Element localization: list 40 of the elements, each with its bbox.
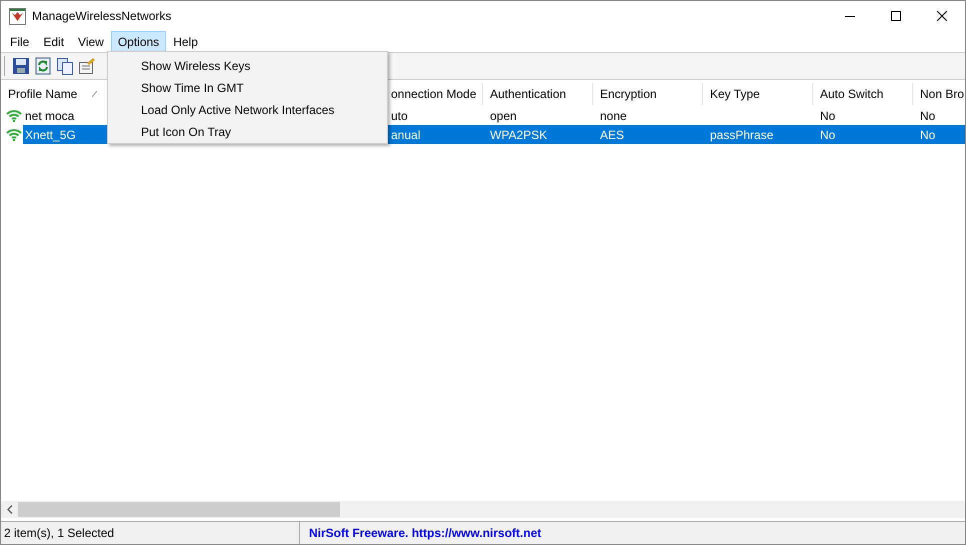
- copy-icon[interactable]: [56, 57, 74, 75]
- column-header[interactable]: Key Type: [703, 83, 813, 105]
- table-cell-text: none: [600, 108, 627, 124]
- menu-item[interactable]: Help: [166, 31, 205, 52]
- dropdown-item[interactable]: Show Time In GMT: [108, 77, 387, 99]
- save-icon[interactable]: [12, 57, 30, 75]
- window-title: ManageWirelessNetworks: [32, 8, 172, 25]
- column-header[interactable]: Encryption: [593, 83, 703, 105]
- column-header[interactable]: onnection Mode: [389, 83, 483, 105]
- column-header[interactable]: Authentication: [483, 83, 593, 105]
- table-cell-text: net moca: [25, 108, 74, 124]
- close-icon: [937, 11, 947, 21]
- status-text: 2 item(s), 1 Selected: [1, 522, 300, 544]
- table-cell-text: No: [820, 126, 836, 144]
- maximize-icon: [891, 11, 901, 21]
- table-cell-text: Xnett_5G: [25, 126, 76, 144]
- table-cell-text: open: [490, 108, 517, 124]
- dropdown-item[interactable]: Load Only Active Network Interfaces: [108, 99, 387, 121]
- table-cell-text: AES: [600, 126, 624, 144]
- column-header[interactable]: Non Bro: [913, 83, 965, 105]
- menu-item[interactable]: Edit: [36, 31, 72, 52]
- table-cell-text: No: [820, 108, 836, 124]
- column-header[interactable]: Auto Switch: [813, 83, 913, 105]
- menu-item[interactable]: Options: [110, 31, 166, 52]
- dropdown-item[interactable]: Put Icon On Tray: [108, 121, 387, 143]
- menu-item[interactable]: View: [71, 31, 111, 52]
- website-link[interactable]: NirSoft Freeware. https://www.nirsoft.net: [309, 524, 542, 542]
- refresh-icon[interactable]: [34, 57, 52, 75]
- table-cell-text: WPA2PSK: [490, 126, 548, 144]
- table-cell-text: passPhrase: [710, 126, 774, 144]
- table-cell-text: No: [920, 108, 936, 124]
- properties-icon[interactable]: [78, 57, 96, 75]
- scrollbar-thumb[interactable]: [18, 502, 340, 517]
- table-cell-text: No: [920, 126, 936, 144]
- menu-item[interactable]: File: [3, 31, 36, 52]
- app-icon: [9, 8, 26, 24]
- table-cell-text: anual: [391, 126, 420, 144]
- table-cell-text: uto: [391, 108, 408, 124]
- wifi-icon: [6, 128, 22, 141]
- wifi-icon: [6, 109, 22, 122]
